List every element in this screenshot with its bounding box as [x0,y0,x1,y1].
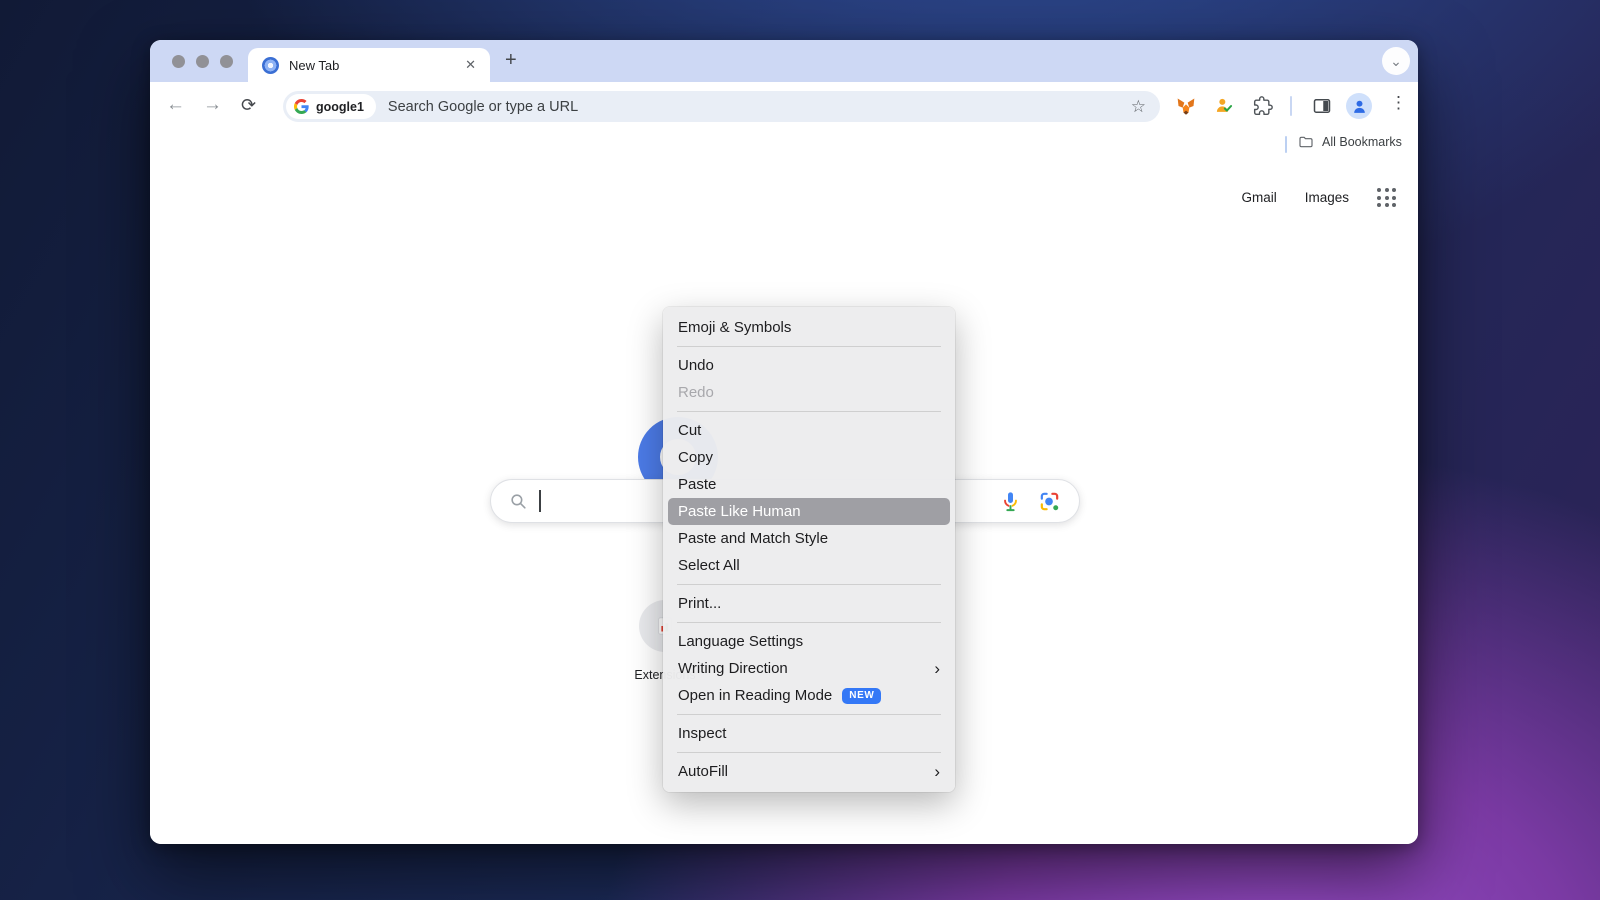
folder-icon [1298,134,1314,150]
maximize-window-button[interactable] [220,55,233,68]
context-menu: Emoji & Symbols Undo Redo Cut Copy Paste… [663,307,955,792]
menu-separator [677,411,941,412]
bookmark-star-icon[interactable]: ☆ [1131,97,1146,117]
images-link[interactable]: Images [1305,190,1349,205]
bookmarks-divider [1285,136,1287,153]
person-icon [1351,98,1368,115]
tab-close-icon[interactable]: ✕ [461,55,480,75]
minimize-window-button[interactable] [196,55,209,68]
menu-separator [677,714,941,715]
tab-new-tab[interactable]: New Tab ✕ [248,48,490,82]
menu-item-language-settings[interactable]: Language Settings [663,628,955,655]
menu-item-paste[interactable]: Paste [663,471,955,498]
all-bookmarks-label: All Bookmarks [1322,135,1402,149]
google-g-icon [294,99,309,114]
profile-check-extension-icon[interactable] [1214,96,1234,116]
toolbar: ← → ⟳ google1 Search Google or type a UR… [150,82,1418,130]
menu-item-copy[interactable]: Copy [663,444,955,471]
menu-separator [677,584,941,585]
extensions-puzzle-icon[interactable] [1253,96,1273,116]
menu-separator [677,622,941,623]
bookmarks-bar: All Bookmarks [150,130,1418,160]
menu-item-paste-and-match-style[interactable]: Paste and Match Style [663,525,955,552]
new-tab-button[interactable]: + [505,50,517,70]
text-caret [539,490,541,512]
browser-menu-button[interactable]: ⋮ [1390,93,1407,113]
voice-search-mic-icon[interactable] [999,490,1022,513]
site-search-chip[interactable]: google1 [286,94,376,119]
forward-button[interactable]: → [203,94,222,116]
google-apps-grid-icon[interactable] [1377,188,1396,207]
menu-item-autofill[interactable]: AutoFill › [663,758,955,785]
menu-item-redo: Redo [663,379,955,406]
search-icon [509,492,528,511]
submenu-chevron-icon: › [934,660,940,677]
gmail-link[interactable]: Gmail [1241,190,1276,205]
menu-separator [677,346,941,347]
menu-item-print[interactable]: Print... [663,590,955,617]
menu-item-select-all[interactable]: Select All [663,552,955,579]
reload-button[interactable]: ⟳ [241,95,256,116]
browser-window: New Tab ✕ + ⌄ ← → ⟳ google1 Search Googl… [150,40,1418,844]
address-bar[interactable]: google1 Search Google or type a URL ☆ [283,91,1160,122]
menu-item-open-in-reading-mode[interactable]: Open in Reading Mode NEW [663,682,955,709]
site-chip-label: google1 [316,100,364,114]
menu-item-cut[interactable]: Cut [663,417,955,444]
menu-item-paste-like-human[interactable]: Paste Like Human [668,498,950,525]
menu-separator [677,752,941,753]
tab-search-button[interactable]: ⌄ [1382,47,1410,75]
menu-item-undo[interactable]: Undo [663,352,955,379]
menu-item-emoji-symbols[interactable]: Emoji & Symbols [663,314,955,341]
back-button[interactable]: ← [166,94,185,116]
menu-item-inspect[interactable]: Inspect [663,720,955,747]
metamask-fox-icon[interactable] [1176,96,1196,116]
toolbar-divider [1290,96,1292,116]
side-panel-icon[interactable] [1312,96,1332,116]
menu-item-writing-direction[interactable]: Writing Direction › [663,655,955,682]
profile-avatar[interactable] [1346,93,1372,119]
tab-title: New Tab [289,58,461,73]
chevron-down-icon: ⌄ [1390,53,1402,70]
tab-strip: New Tab ✕ + ⌄ [150,40,1418,82]
new-badge: NEW [842,688,881,704]
close-window-button[interactable] [172,55,185,68]
google-lens-icon[interactable] [1038,490,1061,513]
url-placeholder: Search Google or type a URL [388,99,1131,115]
chromium-favicon-icon [262,57,279,74]
all-bookmarks-button[interactable]: All Bookmarks [1298,134,1402,150]
submenu-chevron-icon: › [934,763,940,780]
